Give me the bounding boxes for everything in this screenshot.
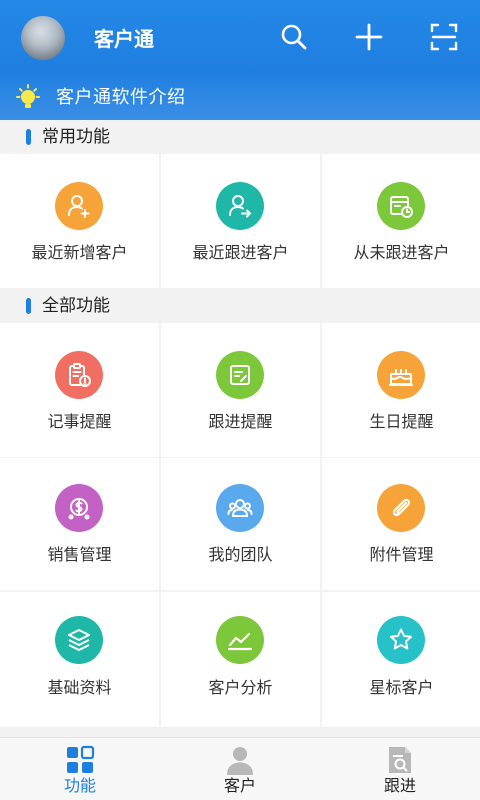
clipboard-alert-icon — [55, 351, 103, 399]
calendar-clock-icon — [377, 182, 425, 230]
plus-icon[interactable] — [354, 22, 384, 52]
star-icon — [377, 616, 425, 664]
intro-text: 客户通软件介绍 — [56, 87, 186, 108]
tab-functions[interactable]: 功能 — [0, 738, 160, 800]
tab-customers[interactable]: 客户 — [160, 738, 320, 800]
search-icon[interactable] — [279, 22, 309, 52]
avatar[interactable] — [21, 16, 65, 60]
person-icon — [224, 744, 256, 776]
layers-icon — [55, 616, 103, 664]
grid-icon — [64, 744, 96, 776]
section-common: 常用功能 — [0, 120, 480, 154]
followup-doc-icon — [384, 744, 416, 776]
money-icon — [55, 484, 103, 532]
grid-item-recent-follow[interactable]: 最近跟进客户 — [161, 154, 320, 288]
all-grid-row-3: 基础资料 客户分析 星标客户 — [0, 592, 480, 727]
grid-item-attachments[interactable]: 附件管理 — [322, 458, 480, 590]
cake-icon — [377, 351, 425, 399]
grid-item-label: 从未跟进客户 — [353, 243, 450, 262]
grid-item-follow-reminder[interactable]: 跟进提醒 — [161, 323, 320, 457]
section-all: 全部功能 — [0, 289, 480, 323]
chart-line-icon — [216, 616, 264, 664]
grid-item-label: 最近跟进客户 — [192, 243, 289, 262]
grid-item-label: 客户分析 — [208, 678, 273, 697]
tab-label: 功能 — [63, 776, 96, 795]
app-header: 客户通 客户通软件介绍 — [0, 0, 480, 120]
grid-item-customer-analysis[interactable]: 客户分析 — [161, 592, 320, 727]
team-icon — [216, 484, 264, 532]
grid-item-team[interactable]: 我的团队 — [161, 458, 320, 590]
grid-item-recent-new[interactable]: 最近新增客户 — [0, 154, 159, 288]
paperclip-icon — [377, 484, 425, 532]
section-title: 常用功能 — [42, 127, 110, 147]
grid-item-never-follow[interactable]: 从未跟进客户 — [322, 154, 480, 288]
app-title: 客户通 — [94, 27, 154, 51]
grid-item-label: 附件管理 — [369, 545, 434, 564]
grid-item-label: 星标客户 — [369, 678, 434, 697]
scan-icon[interactable] — [429, 22, 459, 52]
grid-item-label: 基础资料 — [47, 678, 112, 697]
tab-followup[interactable]: 跟进 — [320, 738, 480, 800]
tab-label: 客户 — [223, 776, 256, 795]
section-title: 全部功能 — [42, 296, 110, 316]
add-user-icon — [55, 182, 103, 230]
grid-item-sales[interactable]: 销售管理 — [0, 458, 159, 590]
note-edit-icon — [216, 351, 264, 399]
grid-item-label: 记事提醒 — [47, 412, 112, 431]
bottom-tab-bar: 功能 客户 跟进 — [0, 737, 480, 800]
grid-item-label: 生日提醒 — [369, 412, 434, 431]
grid-item-basic-data[interactable]: 基础资料 — [0, 592, 159, 727]
all-grid-row-2: 销售管理 我的团队 附件管理 — [0, 458, 480, 592]
grid-item-label: 我的团队 — [208, 545, 273, 564]
tab-label: 跟进 — [383, 776, 416, 795]
grid-item-starred-customers[interactable]: 星标客户 — [322, 592, 480, 727]
grid-item-label: 最近新增客户 — [31, 243, 128, 262]
section-marker — [26, 298, 31, 314]
section-marker — [26, 129, 31, 145]
grid-item-birthday-reminder[interactable]: 生日提醒 — [322, 323, 480, 457]
common-grid: 最近新增客户 最近跟进客户 从未跟进客户 — [0, 154, 480, 290]
bulb-icon — [14, 84, 42, 114]
grid-item-label: 销售管理 — [47, 545, 112, 564]
grid-item-memo-reminder[interactable]: 记事提醒 — [0, 323, 159, 457]
all-grid-row-1: 记事提醒 跟进提醒 生日提醒 — [0, 323, 480, 458]
grid-item-label: 跟进提醒 — [208, 412, 273, 431]
follow-user-icon — [216, 182, 264, 230]
intro-banner[interactable]: 客户通软件介绍 — [0, 80, 480, 118]
